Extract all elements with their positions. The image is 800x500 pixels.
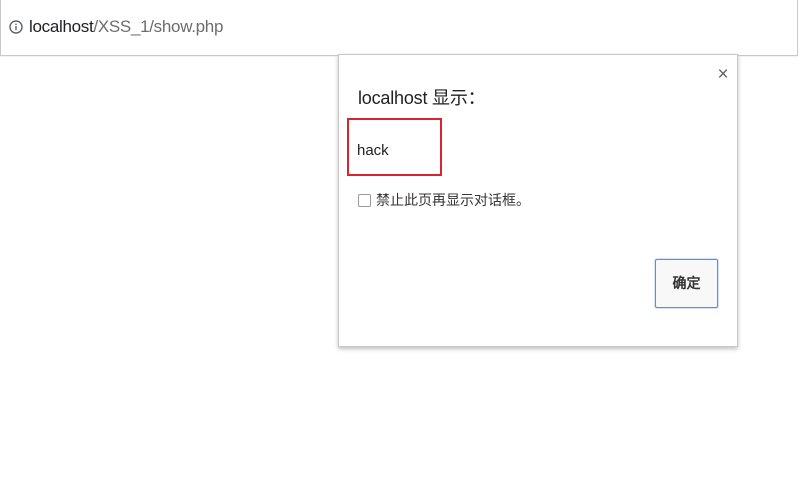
ok-button[interactable]: 确定 xyxy=(655,259,718,308)
info-circle-icon[interactable] xyxy=(9,20,23,34)
dialog-message: hack xyxy=(357,142,389,159)
close-icon[interactable]: × xyxy=(715,65,731,84)
url-path: /XSS_1/show.php xyxy=(93,17,224,36)
url-text[interactable]: localhost/XSS_1/show.php xyxy=(29,16,223,38)
browser-page: localhost/XSS_1/show.php × localhost 显示：… xyxy=(0,0,800,500)
suppress-dialogs-checkbox[interactable] xyxy=(358,193,371,207)
alert-dialog: × localhost 显示： hack 禁止此页再显示对话框。 确定 xyxy=(338,54,738,347)
url-host: localhost xyxy=(29,17,94,36)
address-bar[interactable]: localhost/XSS_1/show.php xyxy=(0,0,798,56)
suppress-dialogs-label[interactable]: 禁止此页再显示对话框。 xyxy=(376,191,530,209)
suppress-dialogs-option[interactable]: 禁止此页再显示对话框。 xyxy=(358,190,530,210)
dialog-title: localhost 显示： xyxy=(358,88,486,108)
